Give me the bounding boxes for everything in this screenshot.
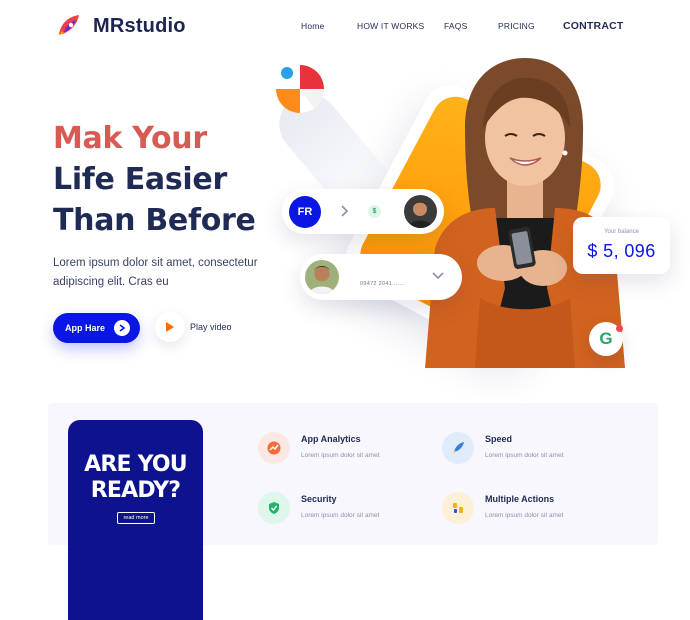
- app-here-button[interactable]: App Hare: [53, 313, 140, 343]
- fr-avatar: FR: [289, 196, 321, 228]
- feature-desc: Lorem ipsum dolor sit amet: [485, 512, 564, 519]
- beach-ball-icon: [274, 63, 326, 115]
- promo-title: ARE YOU READY?: [84, 452, 188, 503]
- chevron-right-icon: [341, 205, 349, 217]
- hero-title-line3: Than Before: [53, 203, 256, 238]
- nav-contract[interactable]: CONTRACT: [563, 20, 624, 32]
- phone-number: 09472 2041.......: [360, 281, 405, 287]
- nav-how-it-works[interactable]: HOW IT WORKS: [357, 21, 424, 31]
- shield-icon: [258, 492, 290, 524]
- notification-dot: [616, 325, 623, 332]
- hero-description: Lorem ipsum dolor sit amet, consectetur …: [53, 257, 258, 288]
- balance-label: Your balance: [604, 229, 639, 235]
- play-icon: [166, 322, 174, 332]
- rocket-icon: [442, 432, 474, 464]
- hero-title-line1: Mak Your: [53, 121, 207, 156]
- contact-card[interactable]: 09472 2041.......: [300, 254, 462, 300]
- feature-title: Security: [301, 494, 337, 504]
- play-video-button[interactable]: [155, 312, 185, 342]
- arrow-right-icon: [114, 320, 130, 336]
- feature-title: Multiple Actions: [485, 494, 555, 504]
- main-nav: Home HOW IT WORKS FAQS PRICING CONTRACT: [0, 20, 690, 35]
- hero-title: Mak Your Life Easier Than Before: [53, 118, 256, 241]
- app-button-label: App Hare: [65, 323, 106, 333]
- feature-desc: Lorem ipsum dolor sit amet: [301, 512, 380, 519]
- balance-card: Your balance $ 5, 096: [573, 217, 670, 274]
- promo-card: ARE YOU READY? read more: [68, 420, 203, 620]
- balance-value: $ 5, 096: [587, 241, 656, 261]
- hero-title-line2: Life Easier: [53, 162, 227, 197]
- feature-desc: Lorem ipsum dolor sit amet: [301, 452, 380, 459]
- transfer-card[interactable]: FR $: [282, 189, 444, 234]
- feature-title: App Analytics: [301, 434, 361, 444]
- chevron-down-icon[interactable]: [432, 272, 444, 280]
- play-video-label[interactable]: Play video: [190, 322, 232, 332]
- nav-pricing[interactable]: PRICING: [498, 21, 535, 31]
- woman-with-phone-image: [425, 58, 625, 368]
- read-more-button[interactable]: read more: [117, 512, 155, 524]
- feature-title: Speed: [485, 434, 513, 444]
- dollar-icon: $: [368, 205, 381, 218]
- avatar-man: [404, 195, 437, 228]
- analytics-icon: [258, 432, 290, 464]
- actions-icon: [442, 492, 474, 524]
- feature-desc: Lorem ipsum dolor sit amet: [485, 452, 564, 459]
- nav-home[interactable]: Home: [301, 21, 324, 31]
- avatar-man-2: [305, 260, 339, 294]
- nav-faqs[interactable]: FAQS: [444, 21, 467, 31]
